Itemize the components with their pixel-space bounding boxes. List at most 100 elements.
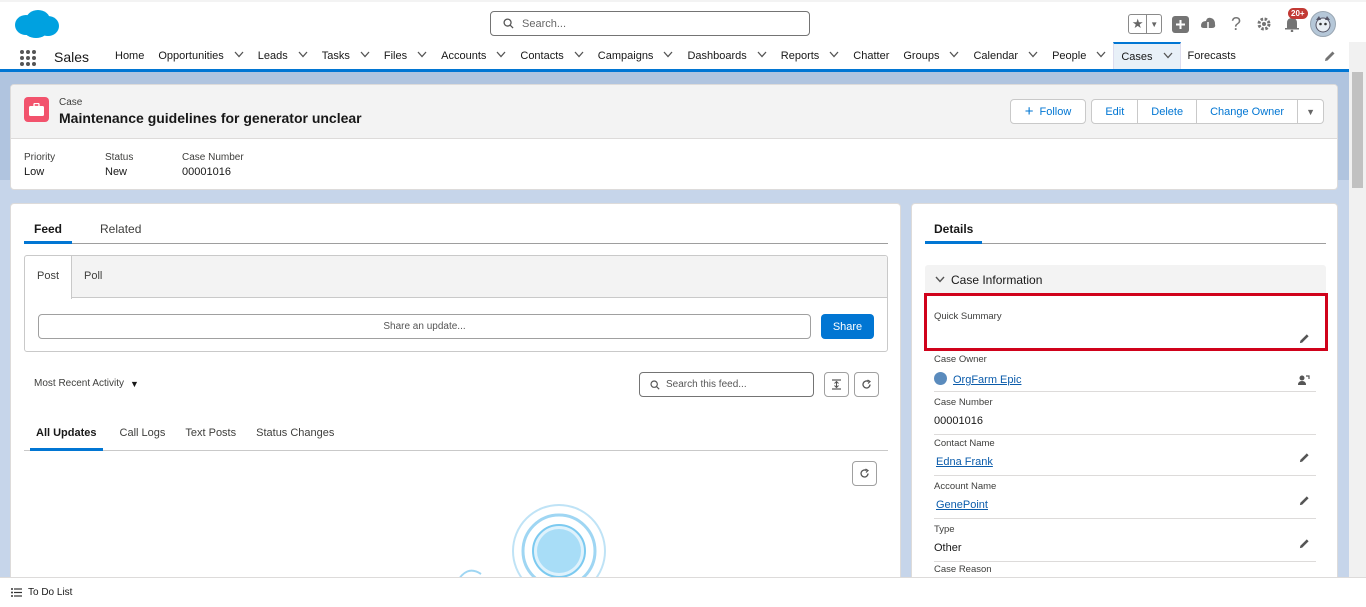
- scrollbar-thumb[interactable]: [1352, 72, 1363, 188]
- follow-button[interactable]: + Follow: [1009, 99, 1087, 124]
- more-actions-button[interactable]: ▼: [1298, 99, 1324, 124]
- nav-item-files[interactable]: Files: [377, 42, 434, 69]
- refresh-updates-button[interactable]: [852, 461, 877, 486]
- filter-call-logs[interactable]: Call Logs: [113, 424, 179, 451]
- case-information-section-header[interactable]: Case Information: [925, 265, 1326, 295]
- share-update-input[interactable]: Share an update...: [38, 314, 811, 339]
- chevron-down-icon[interactable]: [360, 50, 370, 61]
- field-label: Account Name: [934, 481, 997, 492]
- publisher-tab-poll[interactable]: Poll: [72, 256, 114, 297]
- help-icon[interactable]: ?: [1226, 14, 1246, 34]
- chevron-down-icon[interactable]: [949, 50, 959, 61]
- highlight-annotation-box: [924, 293, 1328, 351]
- nav-item-home[interactable]: Home: [108, 42, 151, 69]
- search-icon: [503, 18, 514, 29]
- chevron-down-icon[interactable]: [663, 50, 673, 61]
- chevron-down-icon[interactable]: [1163, 51, 1173, 62]
- nav-item-contacts[interactable]: Contacts: [513, 42, 590, 69]
- field-type: Type Other: [934, 524, 1316, 562]
- share-button[interactable]: Share: [821, 314, 874, 339]
- nav-item-label: Home: [115, 49, 145, 62]
- nav-item-chatter[interactable]: Chatter: [846, 42, 896, 69]
- tab-details[interactable]: Details: [925, 216, 983, 244]
- star-icon[interactable]: ★: [1129, 15, 1148, 33]
- chevron-down-icon[interactable]: [417, 50, 427, 61]
- publisher: Post Poll Share an update... Share: [24, 255, 888, 352]
- nav-item-leads[interactable]: Leads: [251, 42, 315, 69]
- highlight-label: Case Number: [182, 152, 244, 163]
- account-name-link[interactable]: GenePoint: [934, 499, 1316, 511]
- nav-item-label: People: [1052, 49, 1087, 62]
- filter-status-changes[interactable]: Status Changes: [249, 424, 347, 451]
- collapse-feed-button[interactable]: [824, 372, 849, 397]
- chevron-down-icon[interactable]: [1028, 50, 1038, 61]
- chevron-down-icon[interactable]: [496, 50, 506, 61]
- tab-feed[interactable]: Feed: [24, 216, 73, 244]
- change-owner-icon[interactable]: [1298, 374, 1310, 388]
- chevron-down-icon[interactable]: [234, 50, 244, 61]
- refresh-feed-button[interactable]: [854, 372, 879, 397]
- chevron-down-icon[interactable]: [1096, 50, 1106, 61]
- notifications-bell-icon[interactable]: 20+: [1282, 8, 1308, 34]
- nav-item-campaigns[interactable]: Campaigns: [591, 42, 681, 69]
- nav-item-forecasts[interactable]: Forecasts: [1181, 42, 1243, 69]
- chevron-down-icon[interactable]: ▼: [1147, 15, 1161, 33]
- global-search-input[interactable]: Search...: [490, 11, 810, 36]
- chevron-down-icon[interactable]: [298, 50, 308, 61]
- favorites-button[interactable]: ★ ▼: [1128, 14, 1162, 34]
- change-owner-button[interactable]: Change Owner: [1197, 99, 1299, 124]
- chevron-down-icon[interactable]: [829, 50, 839, 61]
- object-label: Case: [59, 97, 83, 108]
- highlight-field-case-number: Case Number 00001016: [182, 152, 272, 178]
- case-owner-link[interactable]: OrgFarm Epic: [934, 372, 1316, 386]
- nav-item-reports[interactable]: Reports: [774, 42, 847, 69]
- publisher-tab-post[interactable]: Post: [25, 256, 73, 299]
- nav-item-label: Campaigns: [597, 49, 654, 62]
- nav-item-label: Reports: [780, 49, 820, 62]
- nav-item-label: Opportunities: [158, 49, 224, 62]
- delete-button[interactable]: Delete: [1138, 99, 1198, 124]
- edit-pencil-icon[interactable]: [1299, 538, 1310, 552]
- nav-item-label: Contacts: [520, 49, 564, 62]
- nav-item-opportunities[interactable]: Opportunities: [151, 42, 250, 69]
- field-label: Case Number: [934, 397, 993, 408]
- follow-button-label: Follow: [1039, 105, 1072, 118]
- nav-item-accounts[interactable]: Accounts: [434, 42, 513, 69]
- chevron-down-icon[interactable]: [757, 50, 767, 61]
- field-value: OrgFarm Epic: [953, 374, 1022, 386]
- section-title: Case Information: [951, 273, 1043, 287]
- feed-search-input[interactable]: Search this feed...: [639, 372, 814, 397]
- chevron-down-icon[interactable]: [574, 50, 584, 61]
- salesforce-logo-icon[interactable]: [12, 8, 60, 40]
- caret-down-icon: ▼: [1306, 106, 1315, 117]
- nav-item-cases[interactable]: Cases: [1113, 42, 1181, 69]
- nav-item-calendar[interactable]: Calendar: [966, 42, 1045, 69]
- nav-item-groups[interactable]: Groups: [896, 42, 966, 69]
- page-scrollbar[interactable]: [1349, 72, 1366, 577]
- user-avatar[interactable]: [1310, 11, 1336, 37]
- field-value: 00001016: [934, 415, 983, 427]
- app-launcher-icon[interactable]: [19, 49, 37, 67]
- global-actions-icon[interactable]: [1170, 14, 1190, 34]
- nav-item-tasks[interactable]: Tasks: [315, 42, 377, 69]
- notification-count-badge: 20+: [1288, 8, 1308, 19]
- filter-text-posts[interactable]: Text Posts: [178, 424, 249, 451]
- feed-sort-dropdown[interactable]: Most Recent Activity ▼: [34, 378, 139, 389]
- search-placeholder: Search...: [522, 17, 567, 30]
- edit-pencil-icon[interactable]: [1299, 495, 1310, 509]
- highlight-label: Status: [105, 152, 134, 163]
- filter-all-updates[interactable]: All Updates: [30, 424, 103, 451]
- gear-icon[interactable]: [1254, 14, 1274, 34]
- edit-nav-pencil-icon[interactable]: [1324, 50, 1336, 65]
- highlight-value: New: [105, 166, 128, 178]
- edit-pencil-icon[interactable]: [1299, 452, 1310, 466]
- nav-item-label: Files: [383, 49, 408, 62]
- trailhead-icon[interactable]: [1198, 14, 1218, 34]
- nav-item-dashboards[interactable]: Dashboards: [680, 42, 773, 69]
- tab-related[interactable]: Related: [90, 216, 151, 244]
- edit-button[interactable]: Edit: [1091, 99, 1139, 124]
- todo-list-button[interactable]: To Do List: [11, 587, 72, 598]
- highlight-label: Priority: [24, 152, 56, 163]
- contact-name-link[interactable]: Edna Frank: [934, 456, 1316, 468]
- nav-item-people[interactable]: People: [1045, 42, 1113, 69]
